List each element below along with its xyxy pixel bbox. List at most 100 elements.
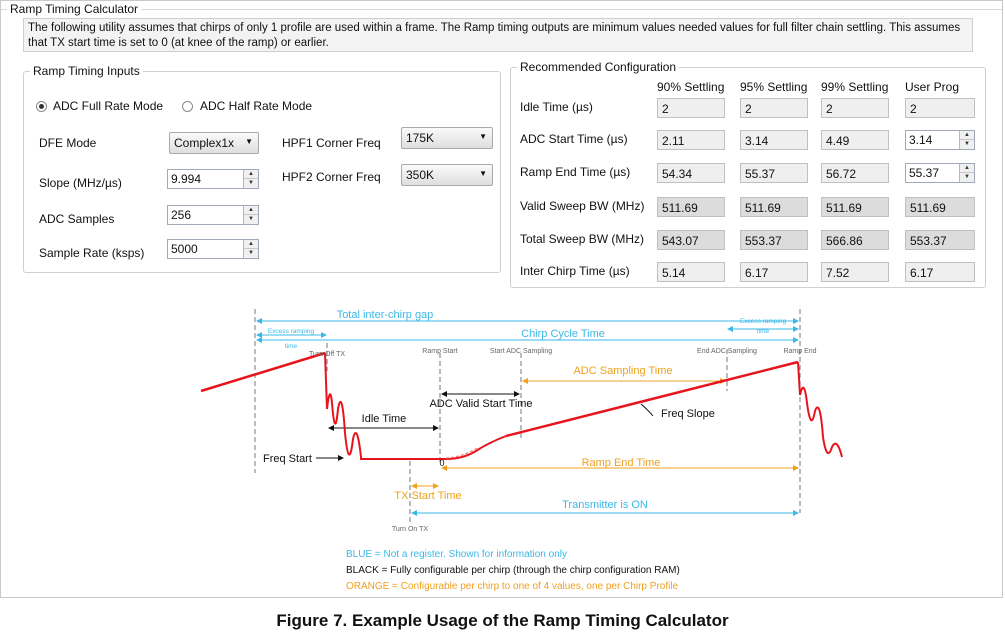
value-field: 4.49 [821,130,889,150]
ramp-end-time-text: Ramp End Time [582,457,661,469]
excess-ramping-left: Excess ramping [268,328,315,335]
start-adc-text: Start ADC Sampling [490,348,552,355]
field-value: 2.11 [662,134,685,148]
chirp-cycle-text: Chirp Cycle Time [521,328,605,340]
value-field: 511.69 [821,197,889,217]
user-prog-input[interactable]: 55.37 ▲ ▼ [905,163,975,183]
column-header: 99% Settling [821,80,889,94]
freq-slope-arc [640,403,654,417]
value-field: 6.17 [740,262,808,282]
ramp-start-text: Ramp Start [422,348,457,355]
value-field: 54.34 [657,163,725,183]
window-title: Ramp Timing Calculator [7,2,142,16]
zero-text: 0 [439,458,444,468]
hpf1-corner-freq-select[interactable]: 175K ▼ [401,127,493,149]
spin-up-icon[interactable]: ▲ [244,206,258,215]
field-value: 2 [662,102,669,116]
field-value: 566.86 [826,234,863,248]
legend-orange: ORANGE = Configurable per chirp to one o… [346,581,679,592]
sample-rate-input[interactable]: 5000 ▲ ▼ [167,239,259,259]
adc-full-rate-radio[interactable] [36,101,47,112]
field-value: 2 [826,102,833,116]
user-prog-input[interactable]: 3.14 ▲ ▼ [905,130,975,150]
value-field: 553.37 [740,230,808,250]
group-title: Recommended Configuration [517,60,680,74]
group-title: Ramp Timing Inputs [30,64,143,78]
spin-down-icon[interactable]: ▼ [244,179,258,188]
value-field: 6.17 [905,262,975,282]
chevron-down-icon: ▼ [479,132,487,141]
row-label: Inter Chirp Time (µs) [520,264,630,278]
spin-up-icon[interactable]: ▲ [244,170,258,179]
adc-half-rate-radio[interactable] [182,101,193,112]
field-value: 511.69 [910,201,946,215]
field-value: 2 [910,102,917,116]
spin-up-icon[interactable]: ▲ [960,164,974,173]
excess-time-right: time [757,328,770,335]
end-adc-text: End ADC Sampling [697,348,757,355]
spin-up-icon[interactable]: ▲ [960,131,974,140]
slope-label: Slope (MHz/µs) [39,176,122,190]
window-title-rule [1,9,1002,10]
column-header: User Prog [905,80,960,94]
field-value: 6.17 [745,266,769,280]
row-label: Total Sweep BW (MHz) [520,232,645,246]
value-field: 511.69 [905,197,975,217]
field-value: 3.14 [909,133,933,147]
spin-down-icon[interactable]: ▼ [244,249,258,258]
value-field: 56.72 [821,163,889,183]
dfe-mode-select[interactable]: Complex1x ▼ [169,132,259,154]
value-field: 2 [740,98,808,118]
value-field: 553.37 [905,230,975,250]
adc-sampling-time-text: ADC Sampling Time [573,365,672,377]
figure-caption: Figure 7. Example Usage of the Ramp Timi… [276,611,729,630]
chevron-down-icon: ▼ [245,137,253,146]
column-header: 95% Settling [740,80,808,94]
value-field: 55.37 [740,163,808,183]
spin-up-icon[interactable]: ▲ [244,240,258,249]
total-gap-text: Total inter-chirp gap [337,309,434,321]
adc-half-rate-label: ADC Half Rate Mode [200,99,313,113]
value-field: 3.14 [740,130,808,150]
hpf2-corner-freq-select[interactable]: 350K ▼ [401,164,493,186]
hpf2-value: 350K [406,168,435,182]
legend-black: BLACK = Fully configurable per chirp (th… [346,565,680,576]
excess-ramping-right: Excess ramping [740,318,787,325]
spin-down-icon[interactable]: ▼ [244,215,258,224]
chevron-down-icon: ▼ [479,169,487,178]
idle-time-text: Idle Time [362,413,407,425]
slope-value: 9.994 [171,172,202,186]
value-field: 543.07 [657,230,725,250]
value-field: 566.86 [821,230,889,250]
info-note: The following utility assumes that chirp… [23,18,973,52]
ramp-timing-diagram: Total inter-chirp gap Chirp Cycle Time E… [200,309,843,592]
excess-time-left: time [285,343,298,350]
adc-full-rate-label: ADC Full Rate Mode [53,99,164,113]
field-value: 56.72 [826,167,857,181]
row-label: Ramp End Time (µs) [520,165,631,179]
field-value: 5.14 [662,266,686,280]
adc-samples-label: ADC Samples [39,212,115,226]
field-value: 511.69 [826,201,862,215]
value-field: 2 [657,98,725,118]
spin-down-icon[interactable]: ▼ [960,173,974,182]
turn-on-tx-text: Turn On TX [392,526,429,533]
spin-down-icon[interactable]: ▼ [960,140,974,149]
value-field: 7.52 [821,262,889,282]
value-field: 5.14 [657,262,725,282]
adc-samples-input[interactable]: 256 ▲ ▼ [167,205,259,225]
dfe-mode-value: Complex1x [174,136,235,150]
value-field: 511.69 [740,197,808,217]
field-value: 511.69 [662,201,698,215]
hpf2-corner-freq-label: HPF2 Corner Freq [282,170,381,184]
field-value: 2 [745,102,752,116]
ramp-timing-inputs-group: Ramp Timing Inputs ADC Full Rate Mode AD… [23,64,501,273]
value-field: 511.69 [657,197,725,217]
hpf1-corner-freq-label: HPF1 Corner Freq [282,136,381,150]
field-value: 3.14 [745,134,769,148]
field-value: 511.69 [745,201,781,215]
freq-slope-text: Freq Slope [661,408,715,420]
sample-rate-label: Sample Rate (ksps) [39,246,145,260]
slope-input[interactable]: 9.994 ▲ ▼ [167,169,259,189]
field-value: 543.07 [662,234,699,248]
